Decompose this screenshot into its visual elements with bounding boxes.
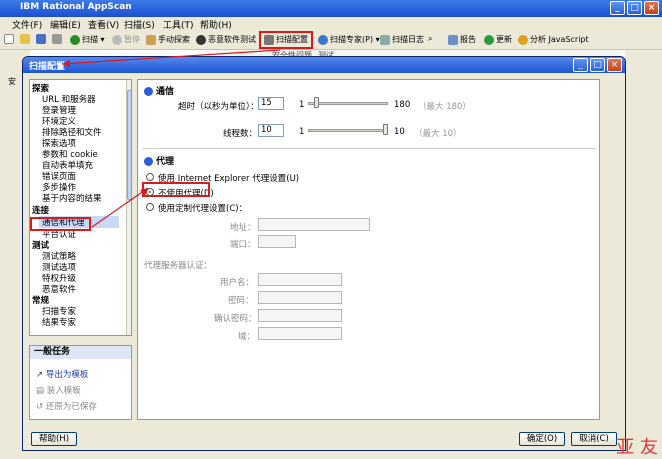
- watermark: 亚 友: [616, 437, 658, 458]
- annotation-arrows: [61, 49, 281, 228]
